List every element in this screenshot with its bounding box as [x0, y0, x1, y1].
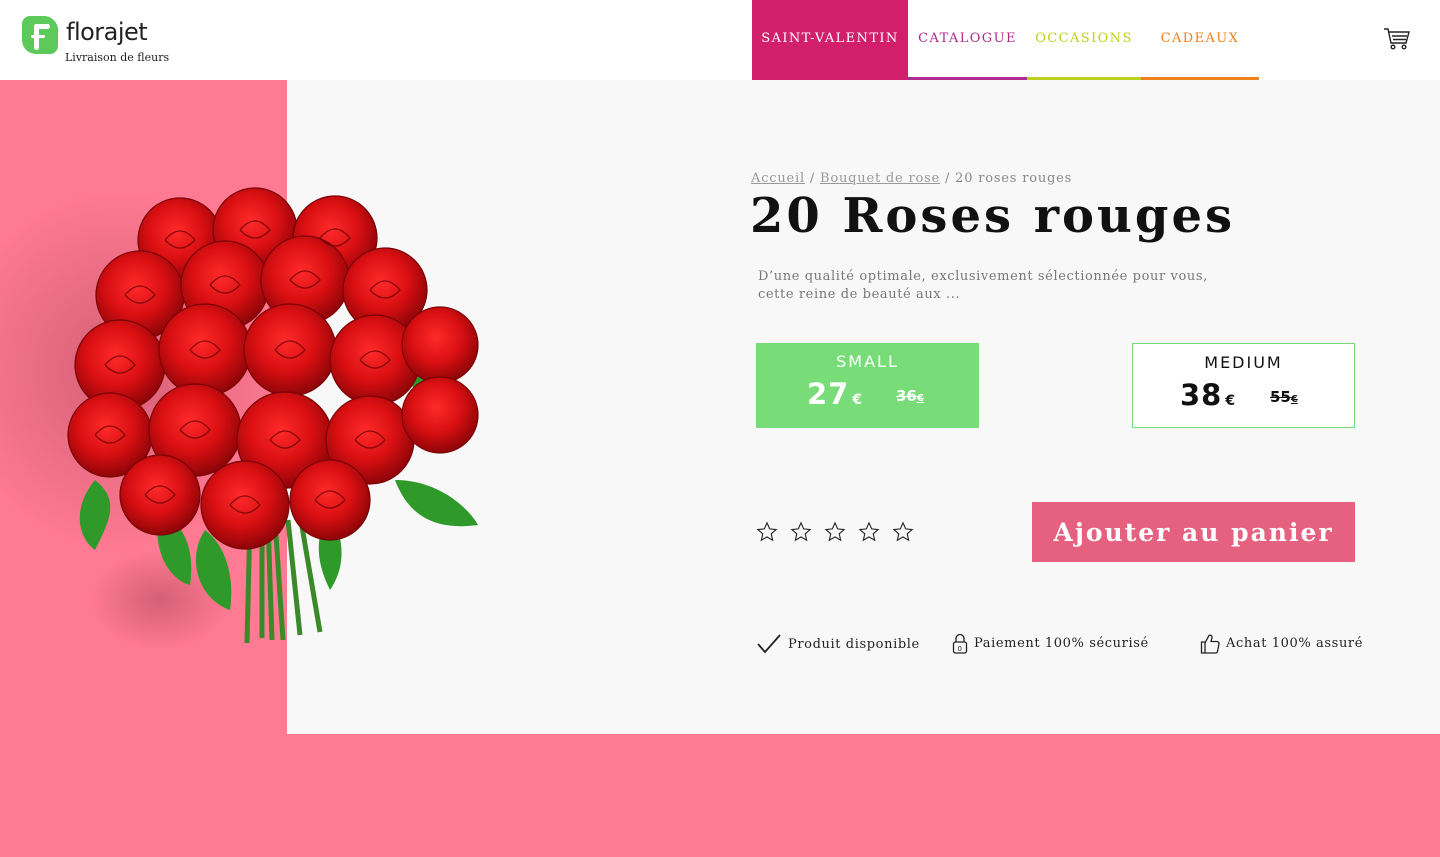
thumbs-up-icon [1200, 634, 1220, 654]
site-header: florajet Livraison de fleurs SAINT-VALEN… [0, 0, 1440, 80]
rating-stars [756, 521, 914, 543]
old-price: 55€ [1270, 388, 1298, 406]
cart-icon[interactable] [1383, 27, 1411, 51]
current-price: 27 € [807, 377, 864, 411]
breadcrumb-separator: / [945, 171, 951, 186]
size-name: SMALL [836, 352, 899, 371]
breadcrumb-separator: / [809, 171, 816, 186]
logo-tagline: Livraison de fleurs [65, 51, 170, 64]
product-title: 20 Roses rouges [750, 188, 1236, 244]
nav-saint-valentin[interactable]: SAINT-VALENTIN [752, 0, 908, 80]
star-icon[interactable] [892, 521, 914, 543]
nav-occasions[interactable]: OCCASIONS [1027, 0, 1141, 80]
add-to-cart-button[interactable]: Ajouter au panier [1032, 502, 1355, 562]
svg-text:0: 0 [957, 645, 962, 653]
feature-label: Produit disponible [788, 636, 920, 652]
size-option-medium[interactable]: MEDIUM 38 € 55€ [1132, 343, 1355, 428]
breadcrumb-home[interactable]: Accueil [751, 171, 805, 186]
florajet-logo-icon [22, 16, 58, 54]
star-icon[interactable] [790, 521, 812, 543]
feature-label: Achat 100% assuré [1226, 636, 1364, 651]
size-name: MEDIUM [1204, 353, 1283, 372]
feature-assured-purchase: Achat 100% assuré [1200, 633, 1363, 654]
check-icon [757, 634, 781, 654]
breadcrumb-category[interactable]: Bouquet de rose [820, 171, 940, 186]
breadcrumb-current: 20 roses rouges [955, 171, 1073, 186]
logo-name: florajet [66, 18, 148, 46]
florajet-logo[interactable]: florajet Livraison de fleurs [22, 16, 169, 66]
nav-cadeaux[interactable]: CADEAUX [1141, 0, 1259, 80]
nav-catalogue[interactable]: CATALOGUE [908, 0, 1027, 80]
current-price: 38 € [1180, 378, 1237, 412]
old-price: 36€ [896, 387, 924, 405]
product-description: D’une qualité optimale, exclusivement sé… [758, 269, 1208, 302]
star-icon[interactable] [858, 521, 880, 543]
feature-available: Produit disponible [756, 633, 920, 655]
breadcrumb: Accueil / Bouquet de rose / 20 roses rou… [751, 171, 1072, 186]
star-icon[interactable] [756, 521, 778, 543]
main-nav: SAINT-VALENTIN CATALOGUE OCCASIONS CADEA… [752, 0, 1259, 80]
lock-icon: 0 [952, 633, 968, 654]
rose-bouquet-image [0, 187, 479, 650]
feature-secure-payment: 0 Paiement 100% sécurisé [952, 633, 1149, 654]
star-icon[interactable] [824, 521, 846, 543]
feature-label: Paiement 100% sécurisé [974, 636, 1149, 651]
size-option-small[interactable]: SMALL 27 € 36€ [756, 343, 979, 428]
